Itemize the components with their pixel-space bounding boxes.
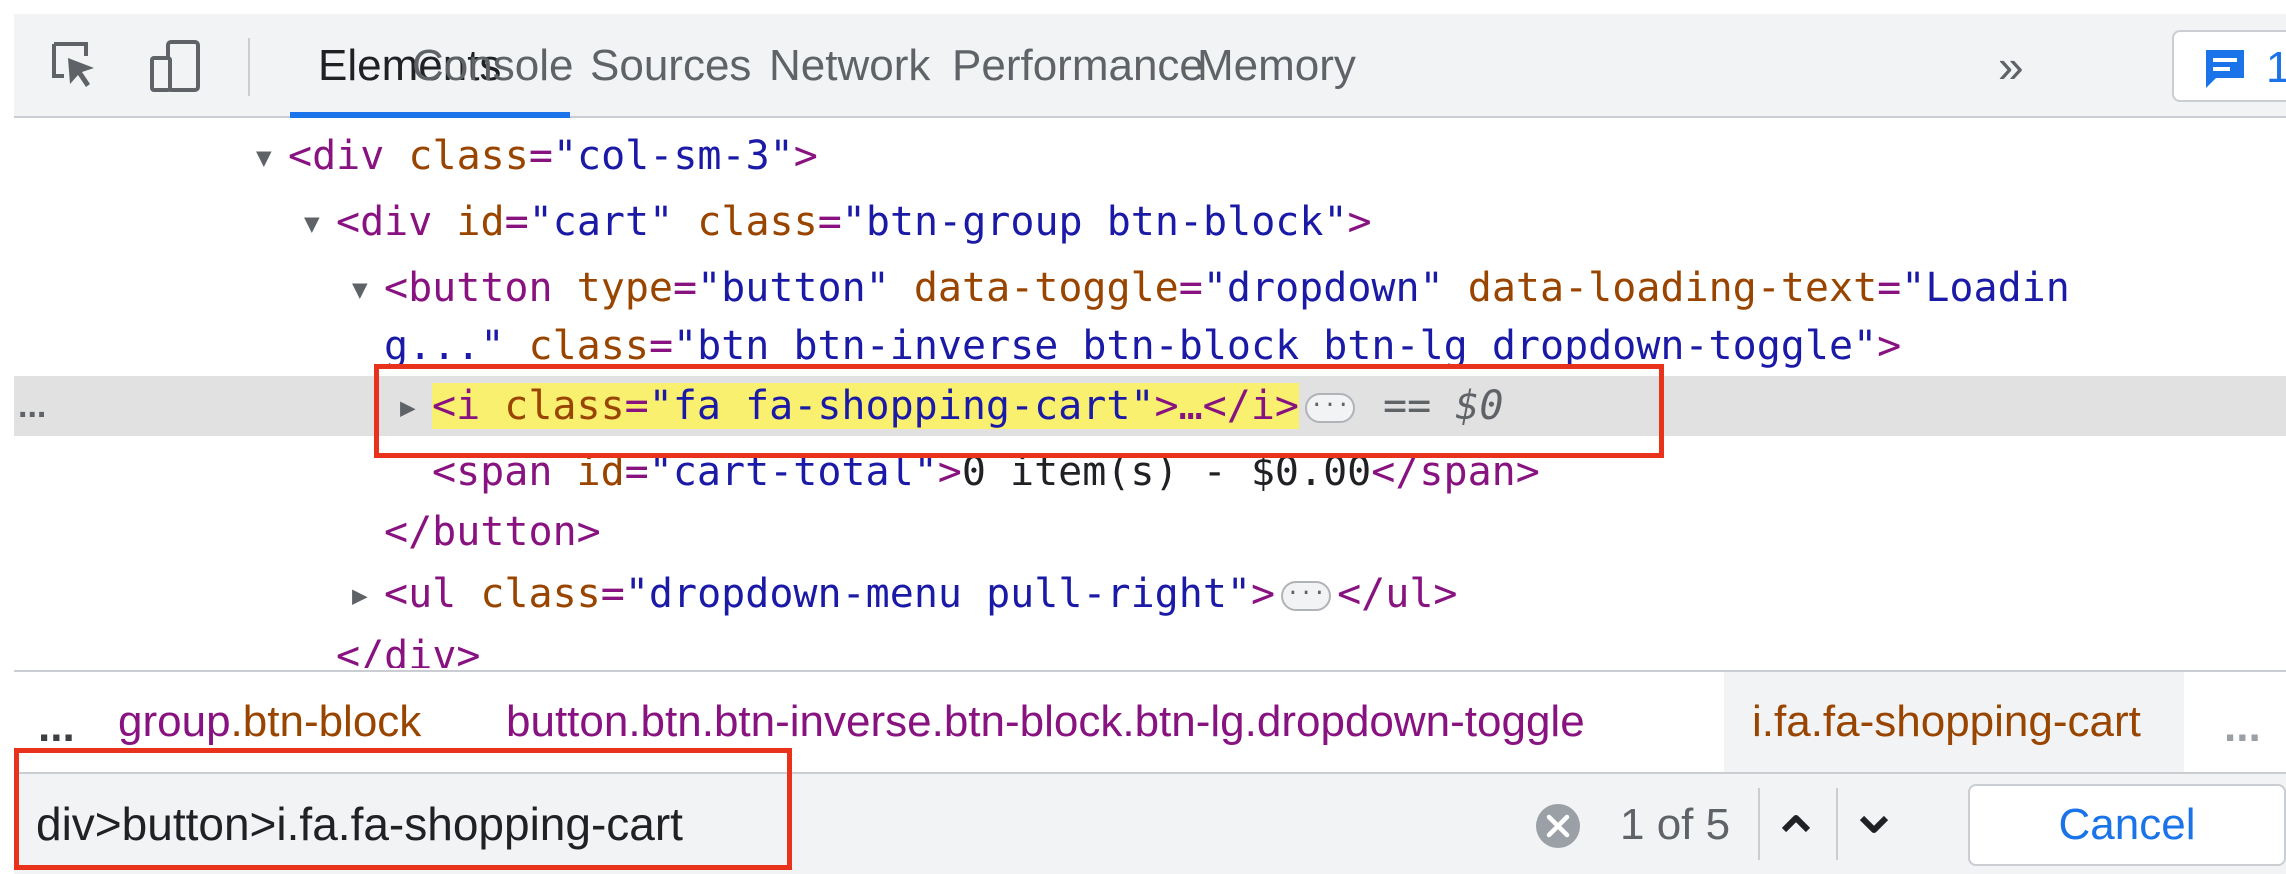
more-tabs-icon[interactable]: » (1998, 14, 2024, 118)
tab-console[interactable]: Console (412, 14, 573, 118)
tree-node-button-close[interactable]: </button> (14, 502, 2286, 562)
inspect-element-icon[interactable] (44, 36, 104, 96)
breadcrumb-overflow-right-icon[interactable]: ... (2224, 672, 2261, 782)
chevron-up-icon (1781, 815, 1811, 833)
issues-count: 1 (2266, 43, 2286, 92)
cancel-button[interactable]: Cancel (1968, 784, 2286, 866)
match-count: 1 of 5 (1620, 800, 1731, 849)
clear-search-icon[interactable] (1534, 802, 1582, 850)
breadcrumb-item-i-shopping-cart[interactable]: i.fa.fa-shopping-cart (1724, 672, 2184, 772)
previous-match-button[interactable] (1758, 788, 1830, 860)
annotation-box-selected-node (374, 364, 1664, 458)
devtools-toolbar: Elements Console Sources Network Perform… (14, 14, 2286, 118)
expanded-triangle-icon[interactable]: ▼ (352, 260, 384, 320)
expanded-triangle-icon[interactable]: ▼ (256, 128, 288, 188)
tab-performance[interactable]: Performance (952, 14, 1204, 118)
collapsed-triangle-icon[interactable]: ▶ (352, 566, 384, 626)
tree-node-div-col-sm-3[interactable]: ▼ <div class="col-sm-3"> (14, 126, 2286, 186)
tab-memory[interactable]: Memory (1197, 14, 1356, 118)
tab-network[interactable]: Network (769, 14, 930, 118)
node-actions-ellipsis-icon[interactable]: ... (18, 376, 46, 436)
tree-node-div-close[interactable]: </div> (14, 626, 2286, 668)
tree-node-ul-dropdown-menu[interactable]: ▶ <ul class="dropdown-menu pull-right"> ··… (14, 564, 2286, 624)
annotation-box-search-query (14, 748, 792, 870)
toolbar-separator (248, 38, 250, 96)
expanded-triangle-icon[interactable]: ▼ (304, 194, 336, 254)
device-toolbar-icon[interactable] (146, 36, 206, 96)
collapsed-content-pill[interactable]: ··· (1281, 581, 1332, 611)
chevron-down-icon (1859, 815, 1889, 833)
tree-node-div-cart[interactable]: ▼ <div id="cart" class="btn-group btn-blo… (14, 192, 2286, 252)
message-icon (2206, 50, 2244, 88)
tab-sources[interactable]: Sources (590, 14, 751, 118)
next-match-button[interactable] (1836, 788, 1908, 860)
active-tab-indicator (290, 112, 570, 118)
tree-node-button[interactable]: ▼ <button type="button" data-toggle="drop… (14, 258, 2286, 318)
issues-button[interactable]: 1 (2172, 30, 2286, 102)
